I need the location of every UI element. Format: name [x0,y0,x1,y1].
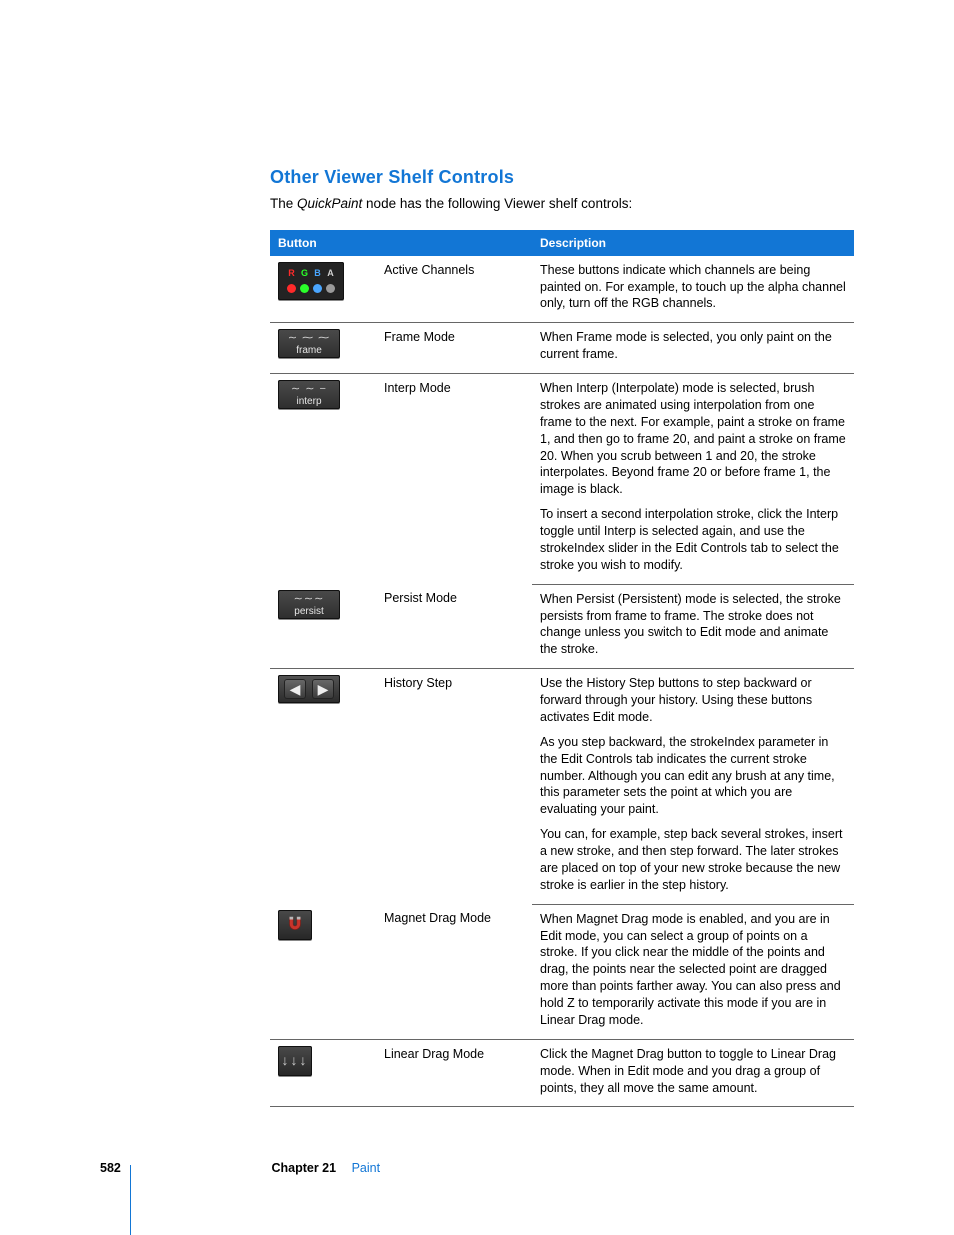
button-description: Click the Magnet Drag button to toggle t… [532,1039,854,1107]
chapter-label: Chapter 21 [271,1161,336,1175]
button-name: Interp Mode [376,374,532,585]
table-row: persist Persist Mode When Persist (Persi… [270,584,854,669]
button-description: These buttons indicate which channels ar… [532,256,854,323]
history-back-icon: ◀ [284,679,306,699]
persist-mode-icon: persist [278,590,340,619]
magnet-drag-icon [278,910,312,940]
linear-drag-icon: ↓↓↓ [278,1046,312,1076]
intro-em: QuickPaint [297,196,362,211]
button-name: History Step [376,669,532,905]
frame-mode-icon: frame [278,329,340,358]
button-description: When Persist (Persistent) mode is select… [532,584,854,669]
col-header-description: Description [532,230,854,256]
icon-caption: interp [296,396,321,407]
history-step-icon: ◀ ▶ [278,675,340,703]
table-row: Magnet Drag Mode When Magnet Drag mode i… [270,904,854,1039]
button-description: When Interp (Interpolate) mode is select… [532,374,854,501]
button-description: You can, for example, step back several … [532,820,854,904]
interp-mode-icon: interp [278,380,340,409]
history-forward-icon: ▶ [312,679,334,699]
table-row: interp Interp Mode When Interp (Interpol… [270,374,854,501]
intro-text-suffix: node has the following Viewer shelf cont… [362,196,632,211]
table-row: frame Frame Mode When Frame mode is sele… [270,323,854,374]
table-row: ◀ ▶ History Step Use the History Step bu… [270,669,854,728]
section-heading: Other Viewer Shelf Controls [270,165,854,189]
button-description: When Magnet Drag mode is enabled, and yo… [532,904,854,1039]
icon-caption: persist [294,606,323,617]
table-row: ↓↓↓ Linear Drag Mode Click the Magnet Dr… [270,1039,854,1107]
table-row: RGBA Active Channels These buttons indic… [270,256,854,323]
button-name: Frame Mode [376,323,532,374]
icon-caption: frame [296,345,322,356]
button-description: When Frame mode is selected, you only pa… [532,323,854,374]
button-name: Active Channels [376,256,532,323]
button-name: Linear Drag Mode [376,1039,532,1107]
page-footer: 582 Chapter 21 Paint [100,1160,854,1177]
active-channels-icon: RGBA [278,262,344,301]
button-name: Persist Mode [376,584,532,669]
left-margin-rule [130,1165,131,1235]
col-header-button: Button [270,230,532,256]
button-description: As you step backward, the strokeIndex pa… [532,728,854,820]
button-name: Magnet Drag Mode [376,904,532,1039]
intro-text-prefix: The [270,196,297,211]
button-description: To insert a second interpolation stroke,… [532,500,854,584]
intro-paragraph: The QuickPaint node has the following Vi… [270,195,854,213]
page: Other Viewer Shelf Controls The QuickPai… [0,0,954,1235]
chapter-title: Paint [352,1161,381,1175]
controls-table: Button Description RGBA Active Channels … [270,230,854,1108]
button-description: Use the History Step buttons to step bac… [532,669,854,728]
